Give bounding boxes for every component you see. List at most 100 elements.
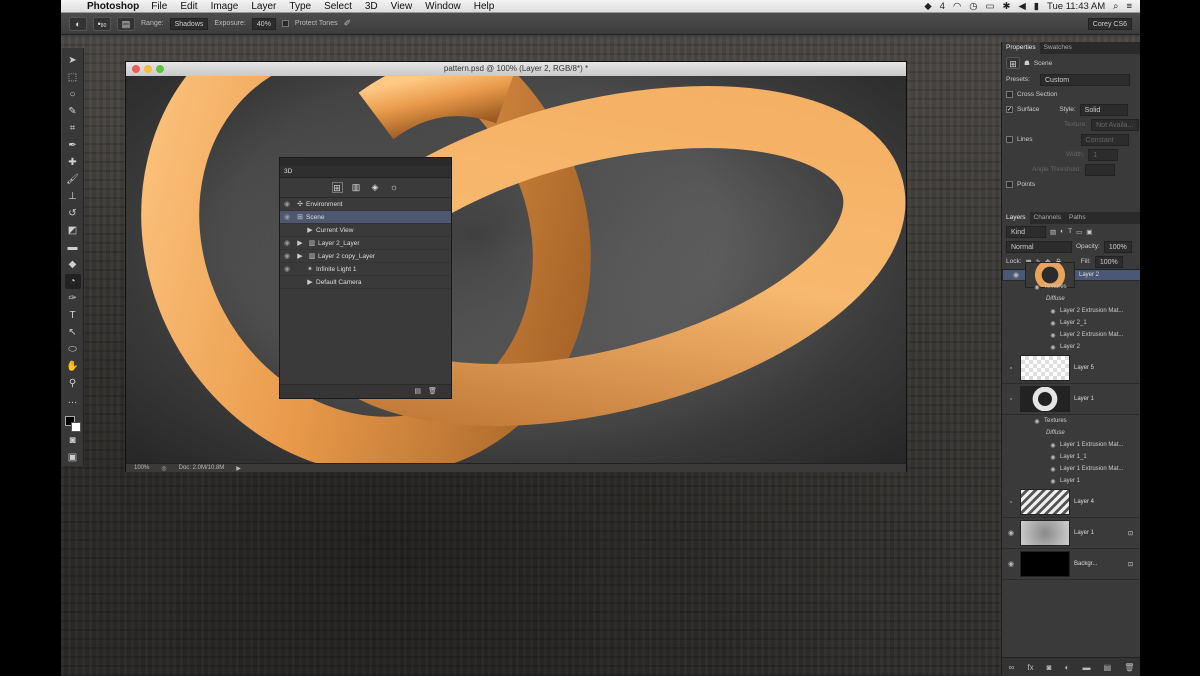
dodge-tool-icon[interactable]: ◔ [64,274,81,289]
3d-panel-header[interactable] [280,158,451,166]
eye-icon[interactable]: ◉ [1007,270,1025,281]
texture-item[interactable]: Layer 2 [1060,344,1080,350]
points-checkbox[interactable] [1006,181,1013,188]
tab-3d[interactable]: 3D [284,168,292,175]
add-mask-icon[interactable]: ◙ [1047,663,1052,672]
eye-icon[interactable]: ◉ [280,265,294,273]
menu-help[interactable]: Help [474,1,495,12]
eye-icon[interactable]: ◉ [280,213,294,221]
3d-row-layer2[interactable]: ◉ ▶ ▥ Layer 2_Layer [280,237,451,250]
lines-style-select[interactable]: Constant [1080,133,1129,146]
new-layer-icon[interactable]: ▤ [1104,663,1112,672]
layer-row-layer1-b[interactable]: ◉ Layer 1 ⊡ [1002,518,1140,549]
3d-row-environment[interactable]: ◉ ✣ Environment [280,198,451,211]
zoom-tool-icon[interactable]: ⚲ [65,376,81,391]
background-color[interactable] [70,422,81,432]
3d-row-current-view[interactable]: ▶ Current View [280,224,451,237]
healing-tool-icon[interactable]: ✚ [65,155,81,170]
layer-row-background[interactable]: ◉ Backgr... ⊡ [1002,549,1140,580]
opacity-field[interactable]: 100% [1103,240,1132,253]
cross-section-checkbox[interactable] [1006,91,1013,98]
eye-icon[interactable]: ◉ [280,239,294,247]
app-menu[interactable]: Photoshop [87,1,139,12]
pen-tool-icon[interactable]: ✑ [65,291,81,306]
materials-filter-icon[interactable]: ◈ [370,182,381,193]
eye-icon[interactable]: ◉ [1046,442,1060,449]
minimize-button[interactable] [144,65,152,73]
delete-layer-icon[interactable]: 🗑 [1124,663,1134,672]
status-icon[interactable]: ◎ [161,465,166,472]
eye-icon[interactable]: ◉ [1046,320,1060,327]
eye-toggle-empty[interactable]: ▫ [1002,396,1020,403]
pressure-icon[interactable]: ✐ [344,18,352,29]
exposure-field[interactable]: 40% [251,17,276,30]
tab-swatches[interactable]: Swatches [1040,42,1076,54]
fx-icon[interactable]: fx [1027,663,1033,672]
marquee-tool-icon[interactable]: ⬚ [65,70,81,85]
new-light-icon[interactable]: ▤ [414,387,421,395]
tool-preset-picker[interactable]: ◐ [69,16,87,31]
eye-icon[interactable]: ◉ [1002,560,1020,568]
menu-select[interactable]: Select [324,1,352,12]
3d-row-infinite-light[interactable]: ◉ ✴ Infinite Light 1 [280,263,451,276]
3d-row-layer2-copy[interactable]: ◉ ▶ ▥ Layer 2 copy_Layer [280,250,451,263]
whole-scene-filter-icon[interactable]: ⊞ [331,182,343,193]
3d-rings-render[interactable] [126,76,906,463]
filter-pixel-icon[interactable]: ▧ [1050,228,1056,236]
menu-file[interactable]: File [151,1,167,12]
texture-item[interactable]: Layer 1 Extrusion Mat... [1060,442,1123,448]
menu-edit[interactable]: Edit [180,1,197,12]
menu-layer[interactable]: Layer [251,1,276,12]
eye-icon[interactable]: ◉ [1030,284,1044,291]
tab-layers[interactable]: Layers [1002,212,1030,224]
move-tool-icon[interactable]: ➤ [65,53,81,68]
lasso-tool-icon[interactable]: ○ [65,87,81,102]
filter-shape-icon[interactable]: ▭ [1076,228,1082,236]
layer-row-layer5[interactable]: ▫ Layer 5 [1002,353,1140,384]
eye-icon[interactable]: ◉ [1046,454,1060,461]
layer-row-layer2[interactable]: ◉ Layer 2 [1002,262,1140,288]
surface-style-select[interactable]: Solid [1079,103,1128,116]
wifi-icon[interactable]: ◠ [953,1,961,12]
volume-icon[interactable]: ◀ [1018,1,1025,12]
expand-arrow-icon[interactable]: ▶ [294,239,306,247]
tab-properties[interactable]: Properties [1002,42,1040,54]
brush-size-picker[interactable]: •80 [93,16,111,31]
menu-window[interactable]: Window [425,1,461,12]
protect-tones-checkbox[interactable] [281,20,289,27]
menu-view[interactable]: View [391,1,413,12]
surface-checkbox[interactable]: ✓ [1006,106,1013,113]
layer-filter-kind[interactable]: Kind [1006,225,1046,238]
canvas[interactable] [126,76,906,463]
adobe-icon[interactable]: ◆ [924,1,931,12]
texture-item[interactable]: Layer 1 [1060,478,1080,484]
menu-3d[interactable]: 3D [365,1,378,12]
clock[interactable]: Tue 11:43 AM [1047,1,1105,12]
width-field[interactable]: 1 [1088,148,1119,161]
menu-type[interactable]: Type [289,1,311,12]
zoom-button[interactable] [156,65,164,73]
eye-icon[interactable]: ◉ [1046,466,1060,473]
scene-properties-icon[interactable]: ⊞ [1006,57,1020,69]
delete-icon[interactable]: 🗑 [428,387,437,395]
color-swatches[interactable] [64,415,82,432]
screen-mode-icon[interactable]: ▣ [65,450,81,465]
lines-checkbox[interactable] [1006,136,1013,143]
fill-field[interactable]: 100% [1094,255,1123,268]
quick-select-tool-icon[interactable]: ✎ [65,104,81,119]
workspace-select[interactable]: Corey CS6 [1087,17,1132,30]
3d-row-default-camera[interactable]: ▶ Default Camera [280,276,451,289]
path-select-tool-icon[interactable]: ↖ [65,325,81,340]
display-icon[interactable]: ▭ [986,1,995,12]
eye-icon[interactable]: ◉ [1002,529,1020,537]
eraser-tool-icon[interactable]: ◩ [65,223,81,238]
filter-smart-icon[interactable]: ▣ [1086,228,1092,236]
time-machine-icon[interactable]: ◷ [969,1,977,12]
battery-icon[interactable]: ▮ [1034,1,1039,12]
quick-mask-icon[interactable]: ◙ [65,433,81,448]
texture-item[interactable]: Layer 1 Extrusion Mat... [1060,466,1123,472]
eye-icon[interactable]: ◉ [280,252,294,260]
new-group-icon[interactable]: ▬ [1083,663,1091,672]
search-icon[interactable]: ⌕ [1113,1,1118,12]
eye-icon[interactable]: ◉ [1046,308,1060,315]
